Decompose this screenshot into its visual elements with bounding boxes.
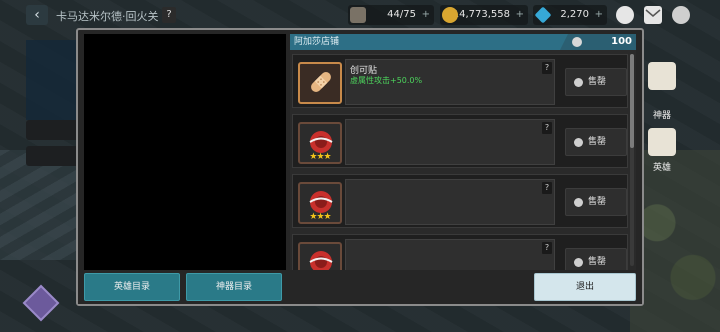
item-preview-panel <box>84 34 286 270</box>
item-help-button[interactable]: ? <box>542 62 552 74</box>
sold-out-label: 售罄 <box>588 257 607 267</box>
sold-out-button[interactable]: 售罄 <box>565 248 627 270</box>
exit-button[interactable]: 退出 <box>534 273 636 301</box>
hero-shard-icon <box>309 251 333 270</box>
item-stars: ★★★ <box>309 152 331 162</box>
stamina-value: 44/75 <box>387 9 416 20</box>
gem-value: 2,270 <box>560 9 589 20</box>
shop-panel: 阿加莎店铺 100 创可贴 虚属性攻击+50.0% ? 售罄 ★★★ ? 售罄 … <box>290 34 636 270</box>
shop-item[interactable]: ? 售罄 <box>292 234 628 270</box>
bandage-icon <box>311 72 331 92</box>
shop-item[interactable]: ★★★ ? 售罄 <box>292 174 628 228</box>
left-status-pill <box>26 120 80 140</box>
stage-title: 卡马达米尔德·回火关 <box>56 10 159 23</box>
modal-footer: 英雄目录 神器目录 退出 <box>78 270 642 304</box>
gem-add-button[interactable]: + <box>595 5 603 25</box>
item-help-button[interactable]: ? <box>542 242 552 254</box>
stamina-icon <box>350 7 366 23</box>
stage-help-button[interactable]: ? <box>162 7 176 23</box>
artifact-menu-label: 神器 <box>652 111 671 121</box>
shop-currency: 100 <box>560 34 636 50</box>
background-road <box>0 150 80 260</box>
item-help-button[interactable]: ? <box>542 182 552 194</box>
left-status-pill <box>26 146 80 166</box>
stamina-add-button[interactable]: + <box>422 5 430 25</box>
item-info-box: ? <box>345 119 555 165</box>
shop-coin-icon <box>572 37 582 47</box>
sold-out-button[interactable]: 售罄 <box>565 68 627 96</box>
quest-panel <box>26 40 80 120</box>
item-info-box: ? <box>345 179 555 225</box>
item-stars: ★★★ <box>309 212 331 222</box>
coin-icon <box>574 138 583 147</box>
gold-value: 14,773,558 <box>452 9 510 20</box>
gold-counter: 14,773,558 + <box>440 5 528 25</box>
artifact-menu-icon[interactable] <box>648 62 676 90</box>
sold-out-button[interactable]: 售罄 <box>565 128 627 156</box>
artifact-catalog-button[interactable]: 神器目录 <box>186 273 282 301</box>
mail-icon[interactable] <box>644 6 662 24</box>
back-button[interactable]: ‹ <box>26 5 48 25</box>
item-description: 虚属性攻击+50.0% <box>350 76 423 85</box>
shop-modal: 阿加莎店铺 100 创可贴 虚属性攻击+50.0% ? 售罄 ★★★ ? 售罄 … <box>76 28 644 306</box>
item-info-box: 创可贴 虚属性攻击+50.0% ? <box>345 59 555 105</box>
coin-icon <box>574 198 583 207</box>
shop-title: 阿加莎店铺 <box>294 37 340 47</box>
coin-icon <box>574 258 583 267</box>
item-icon-slot[interactable]: ★★★ <box>298 122 342 164</box>
shop-scrollbar[interactable] <box>630 54 634 266</box>
gem-counter: 2,270 + <box>533 5 607 25</box>
chat-icon[interactable] <box>616 6 634 24</box>
shop-item[interactable]: 创可贴 虚属性攻击+50.0% ? 售罄 <box>292 54 628 108</box>
item-icon-slot[interactable]: ★★★ <box>298 182 342 224</box>
item-help-button[interactable]: ? <box>542 122 552 134</box>
hero-menu-icon[interactable] <box>648 128 676 156</box>
sold-out-button[interactable]: 售罄 <box>565 188 627 216</box>
shop-header: 阿加莎店铺 100 <box>290 34 636 50</box>
hero-menu-label: 英雄 <box>652 163 671 173</box>
sold-out-label: 售罄 <box>588 77 607 87</box>
coin-icon <box>574 78 583 87</box>
sold-out-label: 售罄 <box>588 137 607 147</box>
sold-out-label: 售罄 <box>588 197 607 207</box>
top-bar: ‹ 卡马达米尔德·回火关 ? 44/75 + 14,773,558 + 2,27… <box>0 0 720 30</box>
shop-currency-count: 100 <box>611 36 632 47</box>
gem-icon <box>534 6 552 24</box>
item-info-box: ? <box>345 239 555 270</box>
gold-coin-icon <box>442 7 458 23</box>
gear-icon[interactable] <box>672 6 690 24</box>
shop-item[interactable]: ★★★ ? 售罄 <box>292 114 628 168</box>
item-icon-slot[interactable] <box>298 242 342 270</box>
hero-catalog-button[interactable]: 英雄目录 <box>84 273 180 301</box>
scrollbar-thumb[interactable] <box>630 54 634 148</box>
stamina-counter: 44/75 + <box>348 5 434 25</box>
item-icon-slot[interactable] <box>298 62 342 104</box>
gold-add-button[interactable]: + <box>516 5 524 25</box>
